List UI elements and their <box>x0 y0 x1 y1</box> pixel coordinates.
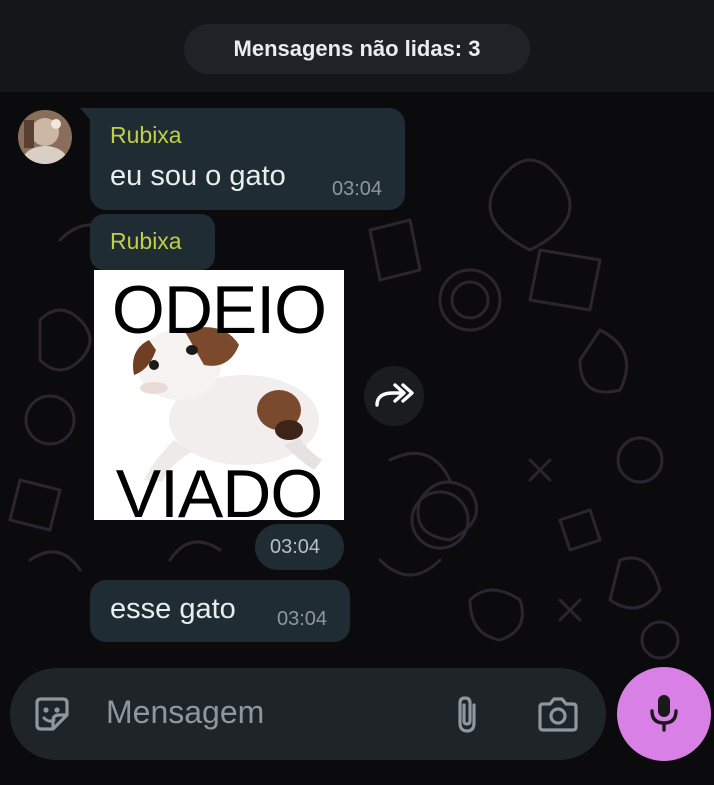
forward-button[interactable] <box>364 366 424 426</box>
message-composer[interactable]: Mensagem <box>10 668 606 760</box>
sticker-time-pill: 03:04 <box>255 524 344 570</box>
microphone-button[interactable] <box>617 667 711 761</box>
sticker-caption-top: ODEIO <box>111 272 327 348</box>
unread-messages-label: Mensagens não lidas: 3 <box>184 24 530 74</box>
message-time: 03:04 <box>332 178 383 200</box>
unread-banner: Mensagens não lidas: 3 <box>0 0 714 92</box>
sender-name[interactable]: Rubixa <box>110 122 182 149</box>
sender-name-pill: Rubixa <box>90 214 215 270</box>
paperclip-icon[interactable] <box>450 692 484 736</box>
sender-name[interactable]: Rubixa <box>110 228 182 255</box>
message-bubble[interactable]: Rubixa eu sou o gato 03:04 <box>80 108 405 210</box>
message-bubble[interactable]: esse gato 03:04 <box>90 580 350 642</box>
message-text: eu sou o gato <box>110 160 286 192</box>
avatar[interactable] <box>18 110 72 164</box>
camera-icon[interactable] <box>536 694 580 734</box>
message-input[interactable]: Mensagem <box>106 694 264 731</box>
forward-icon <box>373 379 415 414</box>
message-text: esse gato <box>110 593 236 625</box>
message-time: 03:04 <box>277 608 328 630</box>
microphone-icon <box>647 692 681 737</box>
sticker-icon[interactable] <box>30 692 74 736</box>
sticker-image[interactable]: ODEIO VIADO <box>94 270 344 520</box>
sticker-caption-bottom: VIADO <box>115 456 324 520</box>
message-time: 03:04 <box>270 536 321 558</box>
bubble-tail <box>80 108 92 122</box>
